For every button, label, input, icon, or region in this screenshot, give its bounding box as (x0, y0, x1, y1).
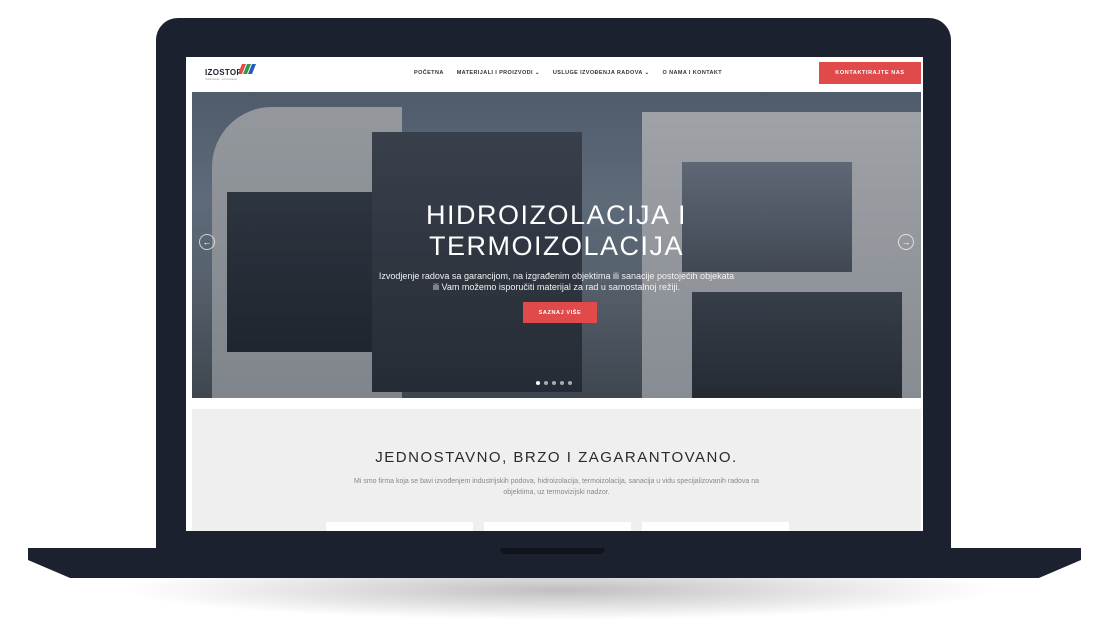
laptop-screen: IZOSTOP hidroizolacija · termoizolacija … (186, 57, 923, 531)
arrow-left-icon[interactable]: ← (199, 234, 215, 250)
feature-card[interactable] (326, 522, 473, 531)
logo-subtitle: hidroizolacija · termoizolacija (205, 78, 237, 81)
laptop-notch (500, 548, 605, 554)
slider-dot[interactable] (544, 381, 548, 385)
intro-section: JEDNOSTAVNO, BRZO I ZAGARANTOVANO. Mi sm… (192, 409, 921, 531)
hero-subtitle-line: ili Vam možemo isporučiti materijal za r… (433, 282, 680, 292)
slider-dot[interactable] (552, 381, 556, 385)
slider-pagination (536, 381, 572, 385)
logo-text: IZOSTOP (205, 68, 243, 77)
chevron-down-icon: ⌄ (532, 70, 540, 76)
hero-slider: HIDROIZOLACIJA I TERMOIZOLACIJA Izvodjen… (192, 92, 921, 398)
logo-stripes-icon (238, 64, 256, 74)
site-header: IZOSTOP hidroizolacija · termoizolacija … (186, 57, 923, 91)
hero-subtitle: Izvodjenje radova sa garancijom, na izgr… (342, 271, 771, 293)
site-logo[interactable]: IZOSTOP hidroizolacija · termoizolacija (205, 64, 256, 84)
hero-title: HIDROIZOLACIJA I TERMOIZOLACIJA (192, 200, 921, 262)
menu-item-o-nama[interactable]: O nama i kontakt (662, 70, 722, 76)
learn-more-button[interactable]: Saznaj više (523, 302, 597, 323)
slider-dot[interactable] (568, 381, 572, 385)
feature-card[interactable] (642, 522, 789, 531)
menu-item-usluge[interactable]: Usluge izvođenja radova ⌄ (553, 70, 650, 76)
arrow-right-icon[interactable]: → (898, 234, 914, 250)
main-menu: Početna Materijali i proizvodi ⌄ Usluge … (414, 70, 722, 76)
chevron-down-icon: ⌄ (642, 70, 650, 76)
hero-title-line: TERMOIZOLACIJA (428, 231, 685, 261)
contact-button[interactable]: Kontaktirajte nas (819, 62, 921, 84)
slider-dot[interactable] (560, 381, 564, 385)
section-text: Mi smo firma koja se bavi izvođenjem ind… (322, 476, 791, 498)
hero-subtitle-line: Izvodjenje radova sa garancijom, na izgr… (378, 271, 735, 281)
menu-item-pocetna[interactable]: Početna (414, 70, 444, 76)
section-title: JEDNOSTAVNO, BRZO I ZAGARANTOVANO. (375, 449, 738, 466)
feature-card[interactable] (484, 522, 631, 531)
section-text-line: Mi smo firma koja se bavi izvođenjem ind… (353, 478, 760, 485)
hero-title-line: HIDROIZOLACIJA I (425, 200, 688, 230)
menu-item-materijali[interactable]: Materijali i proizvodi ⌄ (457, 70, 540, 76)
section-text-line: objektima, uz termovizijski nadzor. (503, 489, 610, 496)
slider-dot[interactable] (536, 381, 540, 385)
